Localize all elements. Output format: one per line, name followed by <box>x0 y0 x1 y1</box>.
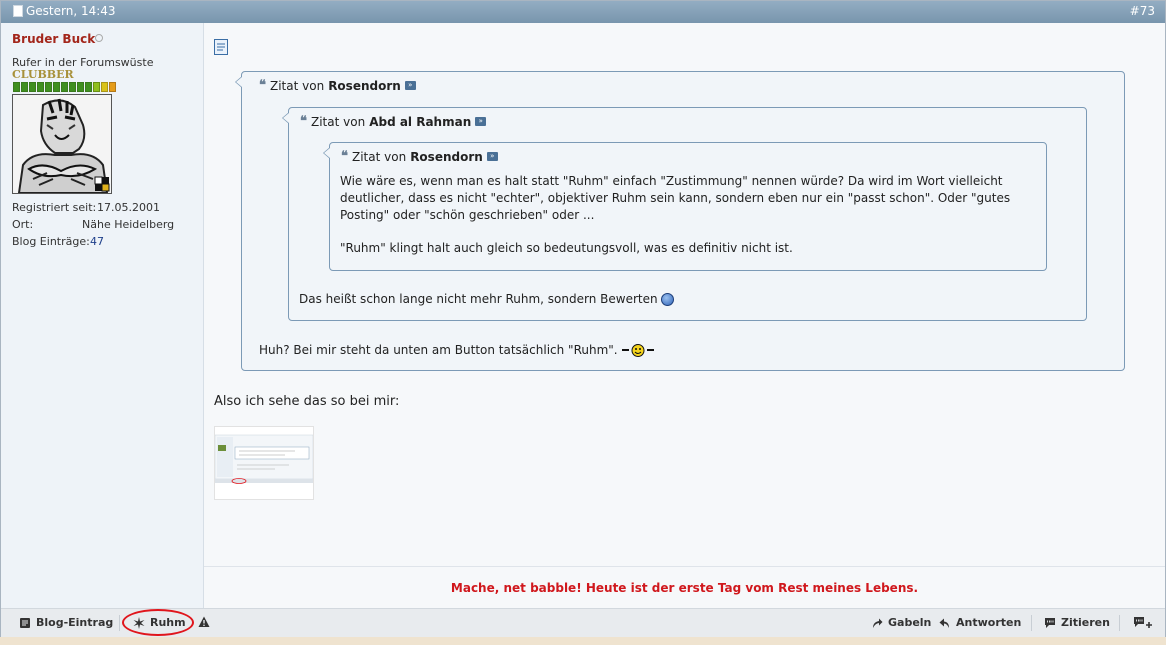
post-number-link[interactable]: #73 <box>1130 4 1155 18</box>
blog-info: Blog Einträge: 47 <box>12 235 104 248</box>
registered-value: 17.05.2001 <box>97 201 160 214</box>
location-label: Ort: <box>12 218 34 231</box>
reply-label: Antworten <box>956 616 1022 629</box>
rank-image: CLUBBER <box>12 68 74 81</box>
quote-header: ❝ Zitat von Rosendorn » <box>341 149 498 164</box>
quote-icon: ❝ <box>300 114 307 129</box>
warning-icon <box>198 616 210 627</box>
highlight-ring <box>122 609 194 636</box>
view-post-icon[interactable]: » <box>475 117 487 126</box>
quote-prefix: Zitat von <box>352 149 407 164</box>
reputation-bar <box>13 82 116 92</box>
view-post-icon[interactable]: » <box>486 152 498 161</box>
report-button[interactable] <box>198 616 210 628</box>
quote-prefix: Zitat von <box>311 114 366 129</box>
blog-label: Blog Einträge: <box>12 235 90 248</box>
username-link[interactable]: Bruder Buck <box>12 32 95 46</box>
quote-header: ❝ Zitat von Rosendorn » <box>259 78 416 93</box>
quote-rosendorn-outer: ❝ Zitat von Rosendorn » ❝ Zitat von Abd … <box>235 71 1125 371</box>
location-value: Nähe Heidelberg <box>82 218 175 231</box>
quote-rosendorn-inner: ❝ Zitat von Rosendorn » Wie wäre es, wen… <box>323 142 1047 271</box>
smiley-icon <box>661 293 675 306</box>
quote-author: Rosendorn <box>410 149 483 164</box>
quote-text: Das heißt schon lange nicht mehr Ruhm, s… <box>299 291 1059 308</box>
user-sidebar: Bruder Buck Rufer in der Forumswüste CLU… <box>1 23 204 608</box>
quote-abd-al-rahman: ❝ Zitat von Abd al Rahman » ❝ Zitat von … <box>282 107 1087 321</box>
user-signature: Mache, net babble! Heute ist der erste T… <box>450 581 919 595</box>
post-content: ❝ Zitat von Rosendorn » ❝ Zitat von Abd … <box>204 23 1165 608</box>
post-footer-toolbar: Blog-Eintrag Ruhm Gabeln Antworten Zitie… <box>1 608 1165 637</box>
registered-label: Registriert seit: <box>12 201 97 214</box>
offline-status-icon <box>95 34 103 42</box>
location-info: Ort: Nähe Heidelberg <box>12 218 174 231</box>
quote-bubble-icon <box>1045 617 1055 628</box>
quote-label: Zitieren <box>1061 616 1110 629</box>
forum-post: Gestern, 14:43 #73 Bruder Buck Rufer in … <box>0 0 1166 637</box>
quote-text: Wie wäre es, wenn man es halt statt "Ruh… <box>340 174 1011 222</box>
signature-separator <box>204 566 1165 567</box>
quote-author: Abd al Rahman <box>369 114 472 129</box>
quote-icon: ❝ <box>259 78 266 93</box>
blog-count-link[interactable]: 47 <box>90 235 104 248</box>
post-date-text: Gestern, 14:43 <box>26 4 116 18</box>
gabeln-button[interactable]: Gabeln <box>871 616 931 629</box>
attached-screenshot-thumbnail[interactable] <box>214 426 314 500</box>
blog-entry-button[interactable]: Blog-Eintrag <box>19 616 113 629</box>
post-header: Gestern, 14:43 #73 <box>1 1 1165 23</box>
quote-icon: ❝ <box>341 149 348 164</box>
post-icon <box>214 39 228 55</box>
multi-quote-button[interactable] <box>1133 616 1153 629</box>
smiley-icon <box>622 344 655 357</box>
post-body-text: Also ich sehe das so bei mir: <box>214 394 400 409</box>
post-date: Gestern, 14:43 <box>13 4 116 18</box>
reply-arrow-icon <box>939 618 949 628</box>
quote-text: Huh? Bei mir steht da unten am Button ta… <box>259 342 1099 359</box>
quote-header: ❝ Zitat von Abd al Rahman » <box>300 114 487 129</box>
blog-icon <box>20 617 30 628</box>
blog-entry-label: Blog-Eintrag <box>36 616 114 629</box>
document-icon <box>13 5 23 17</box>
view-post-icon[interactable]: » <box>404 81 416 90</box>
gabeln-label: Gabeln <box>888 616 932 629</box>
quote-button[interactable]: Zitieren <box>1044 616 1110 629</box>
quote-author: Rosendorn <box>328 78 401 93</box>
registered-info: Registriert seit: 17.05.2001 <box>12 201 160 214</box>
reply-button[interactable]: Antworten <box>939 616 1021 629</box>
multi-quote-plus-icon <box>1134 617 1152 628</box>
fork-arrow-icon <box>873 618 883 628</box>
quote-prefix: Zitat von <box>270 78 325 93</box>
quote-text: "Ruhm" klingt halt auch gleich so bedeut… <box>340 241 793 255</box>
user-avatar[interactable] <box>12 94 112 194</box>
